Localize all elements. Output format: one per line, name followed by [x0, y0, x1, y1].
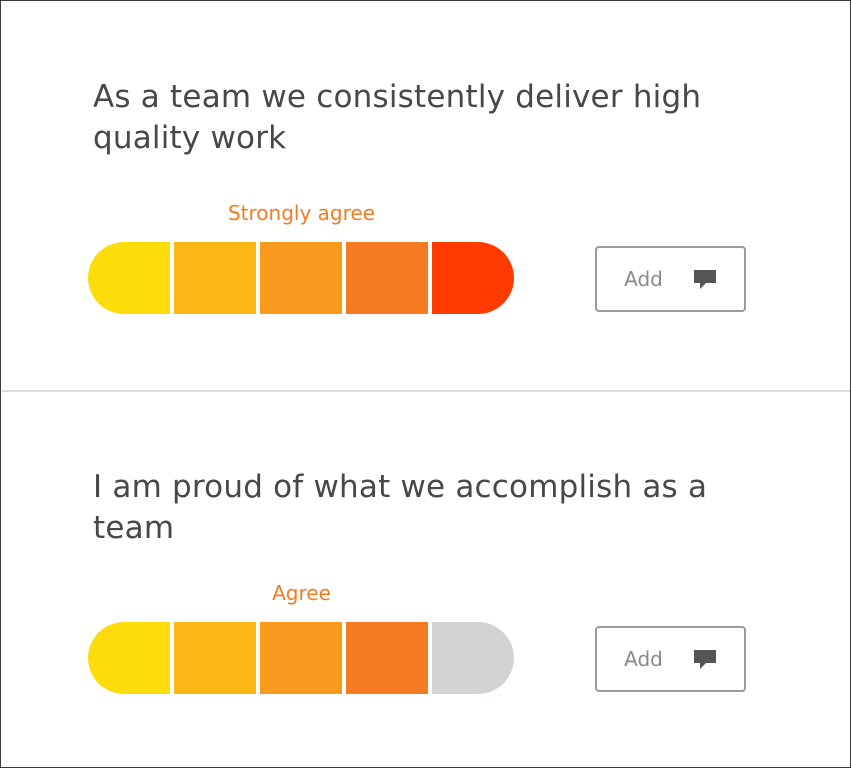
rating-segment-1[interactable]: [88, 242, 170, 314]
comment-icon: [693, 270, 716, 289]
add-comment-button[interactable]: Add: [595, 246, 746, 312]
survey-frame: As a team we consistently deliver high q…: [0, 0, 851, 768]
rating-scale: [88, 242, 516, 314]
rating-scale: [88, 622, 516, 694]
add-label: Add: [624, 267, 663, 291]
question-text: I am proud of what we accomplish as a te…: [93, 469, 708, 546]
question-text: As a team we consistently deliver high q…: [93, 79, 702, 156]
rating-segment-3[interactable]: [260, 622, 342, 694]
answer-label: Agree: [272, 581, 331, 605]
rating-segment-3[interactable]: [260, 242, 342, 314]
add-label: Add: [624, 647, 663, 671]
answer-label: Strongly agree: [227, 201, 376, 225]
rating-segment-4[interactable]: [346, 242, 428, 314]
rating-segment-2[interactable]: [174, 242, 256, 314]
rating-segment-5[interactable]: [432, 622, 514, 694]
divider: [2, 390, 850, 392]
rating-segment-1[interactable]: [88, 622, 170, 694]
rating-segment-2[interactable]: [174, 622, 256, 694]
comment-icon: [693, 650, 716, 669]
rating-segment-5[interactable]: [432, 242, 514, 314]
add-comment-button[interactable]: Add: [595, 626, 746, 692]
rating-segment-4[interactable]: [346, 622, 428, 694]
